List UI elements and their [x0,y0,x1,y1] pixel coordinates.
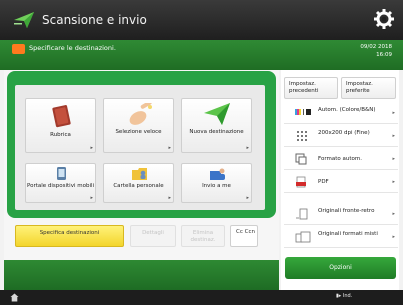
specify-destinations-button[interactable]: Specifica destinazioni [15,225,124,247]
chevron-icon: ▸ [168,195,171,201]
gear-icon[interactable] [373,8,395,30]
status-message: Specificare le destinazioni. [29,44,116,52]
mixed-sizes-setting-row[interactable]: Originali formati misti ▸ [284,228,398,248]
screen: Scansione e invio Specificare le destina… [0,0,403,305]
chevron-icon: ▸ [392,133,395,139]
status-monitor-button[interactable]: ▮▸ Ind. [336,293,360,302]
new-destination-label: Nuova destinazione [189,129,244,135]
status-date: 09/02 2018 [360,44,392,50]
status-datetime: 09/02 2018 16:09 [360,44,392,59]
duplex-setting-label: Originali fronte-retro [318,208,375,214]
chevron-icon: ▸ [392,179,395,185]
page-title: Scansione e invio [42,13,147,27]
chevron-icon: ▸ [392,110,395,116]
speed-dial-label: Selezione veloce [115,129,162,135]
address-book-icon [52,105,71,128]
send-to-me-label: Invio a me [202,183,231,189]
chevron-icon: ▸ [392,234,395,240]
delete-destination-button[interactable]: Elimina destinaz. [181,225,225,247]
color-setting-label: Autom. (Colore/B&N) [318,107,376,113]
status-monitor-icon: ▮▸ [336,293,342,299]
scan-send-icon [14,12,34,28]
mobile-portal-icon [57,167,66,180]
pdf-icon [296,176,306,188]
chevron-icon: ▸ [392,156,395,162]
destination-icon [12,44,25,54]
speed-dial-button[interactable]: Selezione veloce ▸ [103,98,174,153]
chevron-icon: ▸ [246,195,249,201]
left-footer-bar [4,260,279,290]
mixed-size-originals-icon [295,231,311,243]
status-time: 16:09 [376,51,392,58]
cc-bcc-button[interactable]: Cc Ccn [230,225,258,247]
file-format-setting-label: PDF [318,179,329,185]
resolution-setting-label: 200x200 dpi (Fine) [318,130,370,136]
resolution-icon [297,131,307,141]
file-format-setting-row[interactable]: PDF ▸ [284,173,398,193]
new-destination-button[interactable]: Nuova destinazione ▸ [181,98,252,153]
resolution-setting-row[interactable]: 200x200 dpi (Fine) ▸ [284,127,398,147]
status-monitor-label: Ind. [342,293,353,299]
chevron-icon: ▸ [90,145,93,151]
personal-folder-label: Cartella personale [113,183,164,189]
scan-size-setting-row[interactable]: Formato autom. ▸ [284,150,398,170]
duplex-original-icon [296,208,308,220]
address-book-button[interactable]: Rubrica ▸ [25,98,96,153]
duplex-setting-row[interactable]: Originali fronte-retro ▸ [284,205,398,225]
personal-folder-icon [132,168,147,180]
paper-plane-icon [204,103,230,125]
send-to-me-icon [210,168,225,180]
scan-size-setting-label: Formato autom. [318,156,362,162]
personal-folder-button[interactable]: Cartella personale ▸ [103,163,174,203]
color-setting-row[interactable]: Autom. (Colore/B&N) ▸ [284,104,398,124]
address-book-label: Rubrica [50,132,71,138]
scan-size-icon [295,153,307,165]
chevron-icon: ▸ [168,145,171,151]
details-button[interactable]: Dettagli [130,225,176,247]
favorite-settings-button[interactable]: Impostaz. preferite [341,77,396,99]
mobile-portal-label: Portale dispositivi mobili [26,183,95,189]
home-icon[interactable] [10,293,19,302]
hand-pointer-icon [129,103,152,125]
mixed-sizes-setting-label: Originali formati misti [318,231,378,237]
options-button[interactable]: Opzioni [285,257,396,279]
mobile-portal-button[interactable]: Portale dispositivi mobili ▸ [25,163,96,203]
chevron-icon: ▸ [246,145,249,151]
chevron-icon: ▸ [392,211,395,217]
previous-settings-button[interactable]: Impostaz. precedenti [284,77,338,99]
chevron-icon: ▸ [90,195,93,201]
send-to-me-button[interactable]: Invio a me ▸ [181,163,252,203]
color-mode-icon [295,109,311,115]
